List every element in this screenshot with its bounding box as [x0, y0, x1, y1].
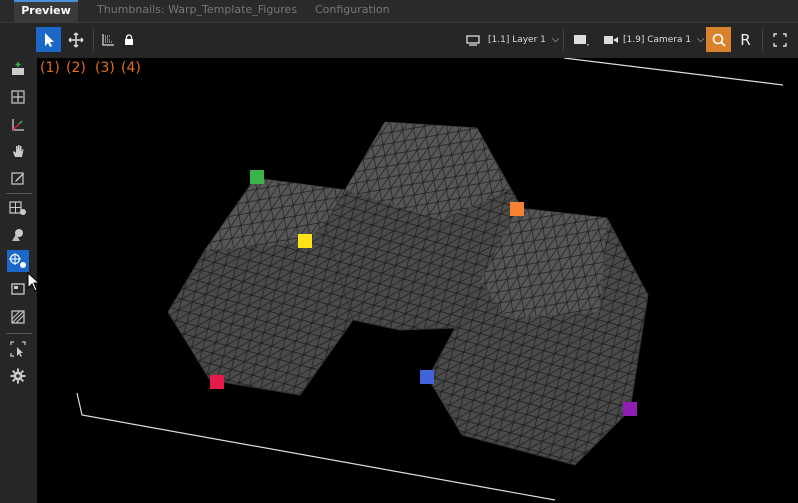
shapes-button[interactable]: [7, 224, 29, 246]
axis-button[interactable]: [7, 114, 29, 136]
warp-grid-icon: [9, 201, 26, 215]
search-button[interactable]: [706, 27, 731, 52]
layer-dropdown[interactable]: [1.1] Layer 1 ⌵: [488, 34, 559, 45]
settings-gear-icon: [10, 368, 26, 384]
reset-button[interactable]: R: [733, 27, 758, 52]
tab-thumbnails[interactable]: Thumbnails: Warp_Template_Figures: [97, 0, 297, 22]
display-mode-button[interactable]: [568, 27, 593, 52]
pointer-icon: [44, 32, 54, 47]
toolbar-separator: [93, 29, 94, 51]
grid-corner-icon: [101, 33, 114, 46]
move-tool-button[interactable]: [63, 27, 88, 52]
axis-icon: [12, 119, 24, 131]
camera-dropdown-label: [1.9] Camera 1: [623, 35, 692, 45]
edit-button[interactable]: [7, 167, 29, 189]
tab-preview[interactable]: Preview: [14, 0, 78, 22]
annotation-label-1: (1): [40, 60, 60, 76]
warp-grid-button[interactable]: [7, 197, 29, 219]
camera-dropdown[interactable]: [1.9] Camera 1 ⌵: [623, 34, 705, 45]
marker-green[interactable]: [250, 170, 264, 184]
hand-icon: [13, 145, 24, 157]
marker-yellow[interactable]: [298, 234, 312, 248]
move-grid-button[interactable]: [7, 86, 29, 108]
layer-add-icon: [12, 62, 24, 75]
mouse-cursor-icon: [27, 272, 41, 292]
toolbar-separator: [762, 29, 763, 51]
search-icon: [712, 33, 726, 47]
annotation-label-2: (2): [66, 60, 86, 76]
fullscreen-button[interactable]: [767, 27, 792, 52]
camera-icon: [603, 35, 618, 44]
marker-blue[interactable]: [420, 370, 434, 384]
tab-preview-label: Preview: [21, 4, 71, 17]
move-arrows-icon: [67, 31, 84, 48]
layer-add-button[interactable]: [7, 58, 29, 80]
lock-icon: [124, 33, 133, 45]
mesh-button[interactable]: [7, 306, 29, 328]
hand-tool-button[interactable]: [7, 140, 29, 162]
annotation-label-3: (3): [95, 60, 115, 76]
tab-bar: Preview Thumbnails: Warp_Template_Figure…: [0, 0, 798, 23]
settings-button[interactable]: [7, 365, 29, 387]
layer-dropdown-label: [1.1] Layer 1: [488, 35, 546, 45]
layer-icon-button[interactable]: [460, 27, 485, 52]
mesh-icon: [11, 310, 25, 324]
image-frame-icon: [11, 283, 25, 295]
sidebar-separator: [6, 333, 32, 334]
viewport-canvas: [76, 58, 784, 501]
tab-configuration[interactable]: Configuration: [315, 0, 390, 22]
preview-viewport[interactable]: [37, 58, 798, 503]
toolbar-separator: [563, 29, 564, 51]
sidebar-separator: [6, 193, 32, 194]
select-area-button[interactable]: [7, 338, 29, 360]
move-grid-icon: [11, 90, 25, 104]
shapes-icon: [12, 229, 23, 241]
lock-button[interactable]: [116, 27, 141, 52]
camera-icon-button[interactable]: [598, 27, 623, 52]
marker-red[interactable]: [210, 375, 224, 389]
warp-points-button[interactable]: [7, 250, 29, 272]
screen-icon: [573, 34, 588, 45]
fullscreen-icon: [772, 32, 787, 47]
select-area-icon: [10, 341, 26, 357]
warp-points-icon: [9, 253, 26, 268]
top-toolbar: [1.1] Layer 1 ⌵ [1.9] Camera 1 ⌵ R: [0, 23, 798, 58]
tab-thumbnails-label: Thumbnails: Warp_Template_Figures: [97, 3, 298, 16]
pointer-tool-button[interactable]: [36, 27, 61, 52]
reset-button-label: R: [740, 30, 751, 49]
layer-display-icon: [465, 34, 480, 46]
frame-edge-top: [563, 58, 784, 86]
image-frame-button[interactable]: [7, 278, 29, 300]
annotation-label-4: (4): [121, 60, 141, 76]
chevron-down-icon: ⌵: [696, 34, 705, 45]
chevron-down-icon: ⌵: [551, 34, 560, 45]
tab-configuration-label: Configuration: [315, 3, 390, 16]
marker-purple[interactable]: [623, 402, 637, 416]
edit-icon: [11, 172, 24, 185]
marker-orange[interactable]: [510, 202, 524, 216]
